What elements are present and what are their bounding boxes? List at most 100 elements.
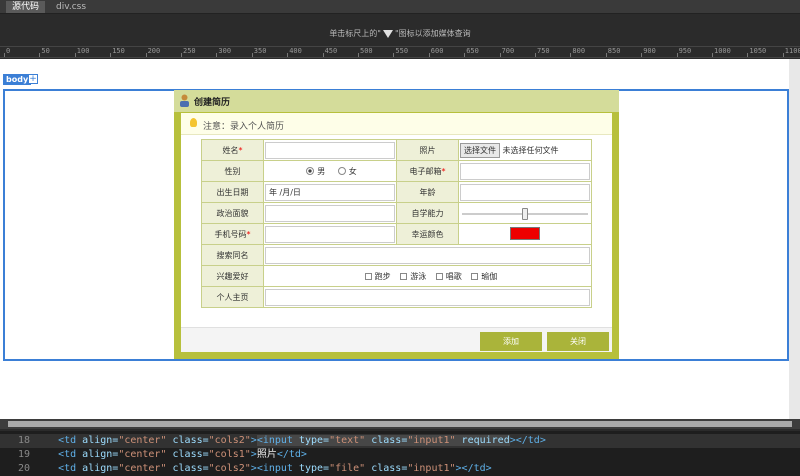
code-editor[interactable]: 18 <td align="center" class="cols2"><inp… [0, 431, 800, 476]
notice-text: 注意：录入个人简历 [203, 122, 285, 132]
phone-input[interactable] [265, 225, 395, 243]
table-row: 姓名* 照片 选择文件 未选择任何文件 [201, 139, 592, 161]
ruler-tick-label: 600 [430, 47, 444, 55]
table-row: 搜索同名 [201, 244, 592, 266]
ruler-tick [393, 53, 395, 57]
ruler-tick [570, 53, 572, 57]
photo-file-input[interactable]: 选择文件 未选择任何文件 [458, 139, 592, 161]
ruler-tick [605, 53, 607, 57]
scrollbar-thumb[interactable] [8, 421, 792, 427]
ruler-tick [251, 53, 253, 57]
label-politics: 政治面貌 [201, 202, 264, 224]
lucky-color-picker[interactable] [510, 226, 540, 240]
table-row: 政治面貌 自学能力 [201, 202, 592, 224]
hobby-options: 跑步 游泳 唱歌 瑜伽 [263, 265, 592, 287]
ruler-tick-label: 100 [76, 47, 90, 55]
close-button[interactable]: 关闭 [547, 332, 609, 351]
ruler-tick [216, 53, 218, 57]
add-button[interactable]: 添加 [480, 332, 542, 351]
label-hobby: 兴趣爱好 [201, 265, 264, 287]
slider-thumb[interactable] [522, 207, 528, 220]
ruler-tick-label: 150 [112, 47, 125, 55]
ruler-tick-label: 1000 [714, 47, 731, 55]
document-toolbar: 源代码 div.css [0, 0, 800, 14]
notice-bar: 注意：录入个人简历 [181, 113, 612, 135]
ruler-tick [287, 53, 289, 57]
email-input[interactable] [460, 162, 590, 180]
ruler-tick [4, 53, 5, 57]
hobby-running-checkbox[interactable] [364, 272, 372, 280]
user-icon [180, 94, 189, 107]
code-line[interactable]: 20 <td align="center" class="cols2"><inp… [0, 462, 800, 476]
code-line[interactable]: 19 <td align="center" class="cols1">照片</… [0, 448, 800, 462]
label-selfstudy: 自学能力 [396, 202, 459, 224]
ruler-tick-label: 400 [289, 47, 302, 55]
hobby-swimming-checkbox[interactable] [400, 272, 408, 280]
ruler-tick-label: 700 [501, 47, 515, 55]
age-input[interactable] [460, 183, 590, 201]
label-photo: 照片 [396, 139, 459, 161]
ruler-tick [747, 53, 749, 57]
ruler-tick [428, 53, 430, 57]
code-line[interactable]: 18 <td align="center" class="cols2"><inp… [0, 434, 800, 448]
ruler-tick-label: 250 [183, 47, 196, 55]
ruler-tick-label: 950 [678, 47, 692, 55]
ruler-tick-label: 450 [324, 47, 338, 55]
ruler-tick [535, 53, 536, 57]
ruler-tick-label: 1100 [784, 47, 800, 55]
table-row: 兴趣爱好 跑步 游泳 唱歌 瑜伽 [201, 265, 592, 287]
gender-male-label: 男 [317, 166, 326, 176]
label-search: 搜索同名 [201, 244, 264, 266]
tab-div-css[interactable]: div.css [50, 1, 92, 13]
ruler-tick-label: 0 [6, 47, 11, 55]
body-tag-label[interactable]: body [3, 74, 32, 85]
media-query-icon[interactable] [383, 29, 393, 38]
body-add-button[interactable]: + [28, 74, 38, 84]
canvas-vertical-scrollbar[interactable] [789, 59, 800, 419]
label-age: 年龄 [396, 181, 459, 203]
label-name: 姓名* [201, 139, 264, 161]
ruler-tick [499, 53, 501, 57]
hobby-singing-checkbox[interactable] [435, 272, 443, 280]
form-body: 注意：录入个人简历 姓名* 照片 选择文件 未选择任何文件 性别 男 女 电子邮… [180, 112, 613, 352]
label-gender: 性别 [201, 160, 264, 182]
ruler-tick-label: 200 [147, 47, 161, 55]
gender-female-radio[interactable] [337, 167, 346, 175]
ruler-tick [358, 53, 359, 57]
media-query-hint-after: "图标以添加媒体查询 [395, 29, 471, 38]
search-name-input[interactable] [265, 246, 590, 264]
table-row: 出生日期 年 /月/日 年龄 [201, 181, 592, 203]
label-phone: 手机号码* [201, 223, 264, 245]
ruler-tick-label: 750 [537, 47, 550, 55]
label-email: 电子邮箱* [396, 160, 459, 182]
horizontal-ruler[interactable]: 0 50 100 150 200 250 300 350 400 450 500 550 600 650 7… [0, 46, 800, 58]
choose-file-button[interactable]: 选择文件 [460, 142, 500, 158]
ruler-tick-label: 650 [466, 47, 479, 55]
name-input[interactable] [265, 141, 395, 159]
ruler-tick-label: 1050 [749, 47, 767, 55]
table-row: 个人主页 [201, 286, 592, 308]
ruler-tick-label: 300 [218, 47, 232, 55]
selfstudy-slider[interactable] [460, 205, 590, 222]
ruler-tick [782, 53, 784, 57]
tab-source-code[interactable]: 源代码 [6, 1, 46, 13]
ruler-tick [145, 53, 147, 57]
ruler-tick-label: 800 [572, 47, 586, 55]
form-footer: 添加 关闭 [181, 327, 612, 352]
table-row: 性别 男 女 电子邮箱* [201, 160, 592, 182]
canvas-horizontal-scrollbar[interactable] [0, 419, 800, 429]
ruler-tick [110, 53, 112, 57]
politics-input[interactable] [265, 204, 395, 222]
file-status: 未选择任何文件 [502, 145, 559, 155]
hobby-yoga-checkbox[interactable] [471, 272, 479, 280]
ruler-tick [464, 53, 466, 57]
gender-male-radio[interactable] [306, 167, 315, 175]
homepage-input[interactable] [265, 288, 590, 306]
form-table: 姓名* 照片 选择文件 未选择任何文件 性别 男 女 电子邮箱* 出生日期 年 … [201, 139, 592, 308]
label-birth: 出生日期 [201, 181, 264, 203]
gender-female-label: 女 [348, 166, 357, 176]
resume-form: 创建简历 注意：录入个人简历 姓名* 照片 选择文件 未选择任何文件 性别 男 … [174, 90, 619, 359]
ruler-tick [74, 53, 76, 57]
birth-date-input[interactable]: 年 /月/日 [265, 183, 395, 201]
ruler-tick [712, 53, 713, 57]
